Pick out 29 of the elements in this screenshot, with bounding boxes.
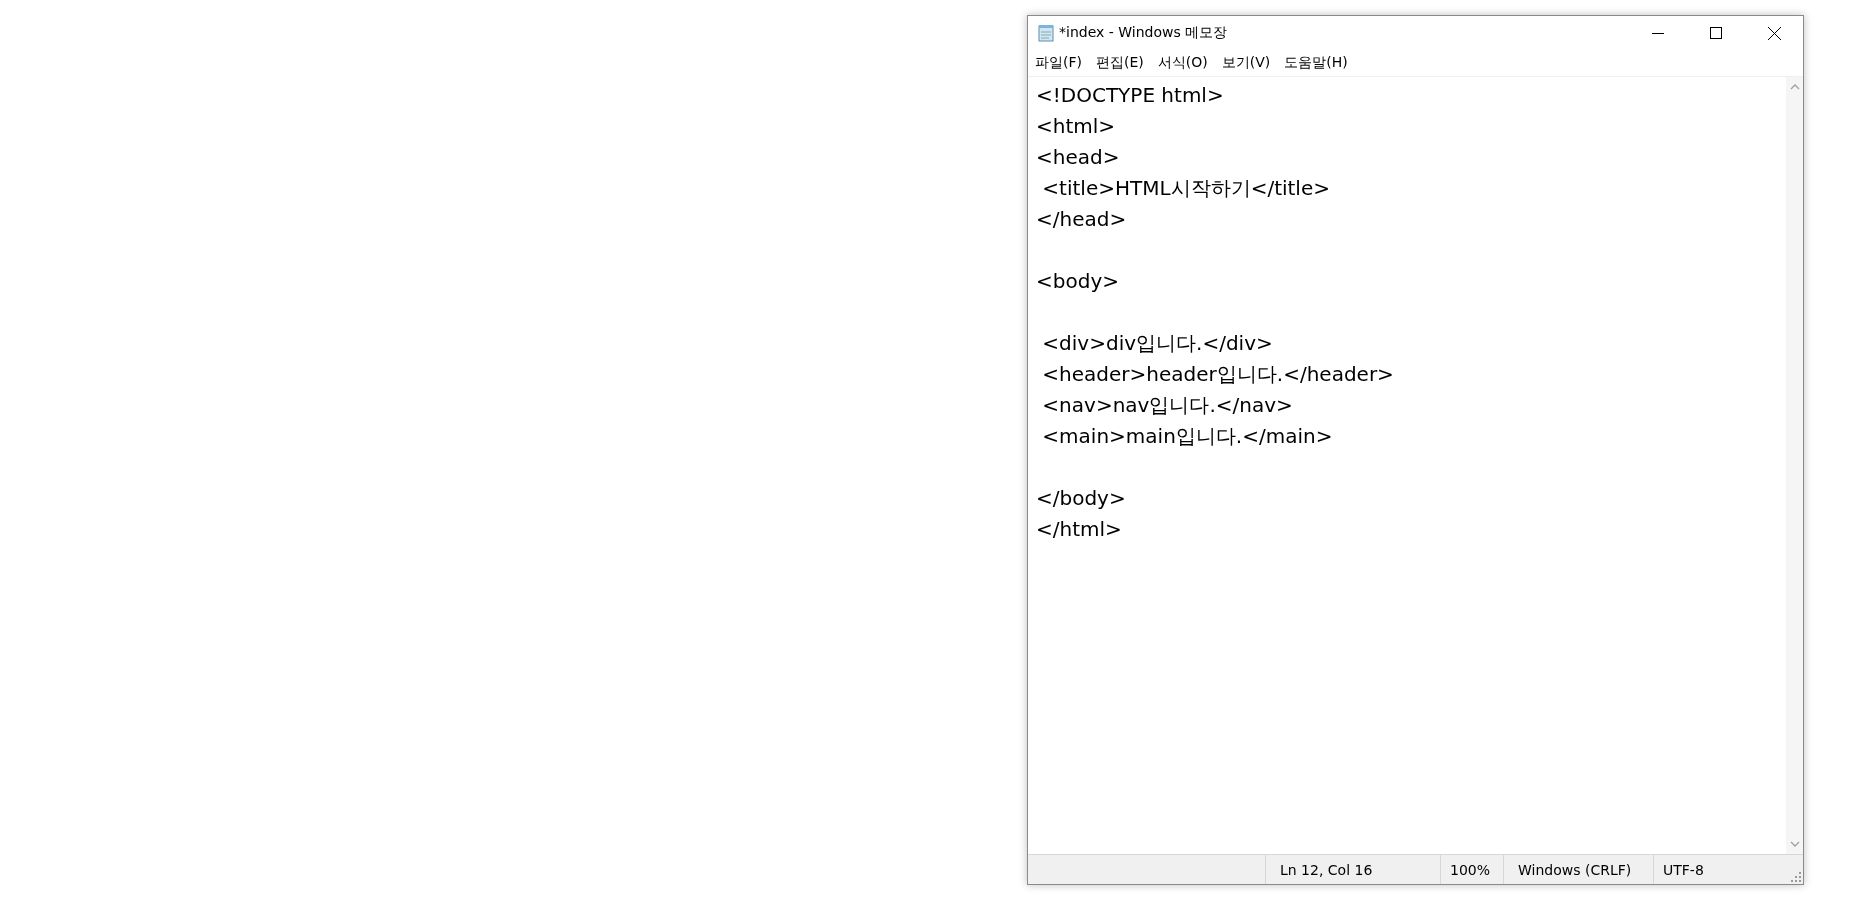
code-line: <html>: [1036, 113, 1117, 140]
window-title: *index - Windows 메모장: [1059, 24, 1228, 42]
scroll-up-icon[interactable]: [1789, 83, 1800, 90]
text-area[interactable]: <!DOCTYPE html> <html> <head> <title>HTML시작하기</title> </head> <body> <div>div입니다.</div> <header>header입니다.</header> <nav>nav입니다.</nav> <main>main입니다.</main> </body> </html>: [1028, 77, 1786, 854]
code-line: <div>div입니다.</div>: [1041, 330, 1274, 357]
menu-item[interactable]: 파일(F): [1035, 54, 1082, 72]
code-line: </head>: [1036, 206, 1128, 233]
code-line: </body>: [1036, 485, 1127, 512]
code-line: <!DOCTYPE html>: [1036, 82, 1225, 109]
close-icon: [1767, 26, 1781, 40]
maximize-icon: [1710, 27, 1722, 39]
code-line: <head>: [1036, 144, 1121, 171]
notepad-icon: [1037, 24, 1055, 42]
menu-item[interactable]: 보기(V): [1221, 54, 1271, 72]
code-line: </html>: [1036, 516, 1123, 543]
status-field: 100%: [1440, 855, 1503, 884]
code-line: <header>header입니다.</header>: [1041, 361, 1395, 388]
code-line: <title>HTML시작하기</title>: [1041, 175, 1331, 202]
scrollbar[interactable]: [1786, 77, 1803, 854]
resize-grip-icon[interactable]: [1791, 872, 1801, 882]
code-line: <body>: [1036, 268, 1120, 295]
menu-item[interactable]: 편집(E): [1096, 54, 1144, 72]
status-field: Windows (CRLF): [1503, 855, 1653, 884]
menu-item[interactable]: 도움말(H): [1284, 54, 1348, 72]
code-line: <nav>nav입니다.</nav>: [1041, 392, 1294, 419]
scroll-down-icon[interactable]: [1789, 841, 1800, 848]
status-field: Ln 12, Col 16: [1265, 855, 1440, 884]
menu-item[interactable]: 서식(O): [1157, 54, 1208, 72]
code-line: <main>main입니다.</main>: [1041, 423, 1334, 450]
